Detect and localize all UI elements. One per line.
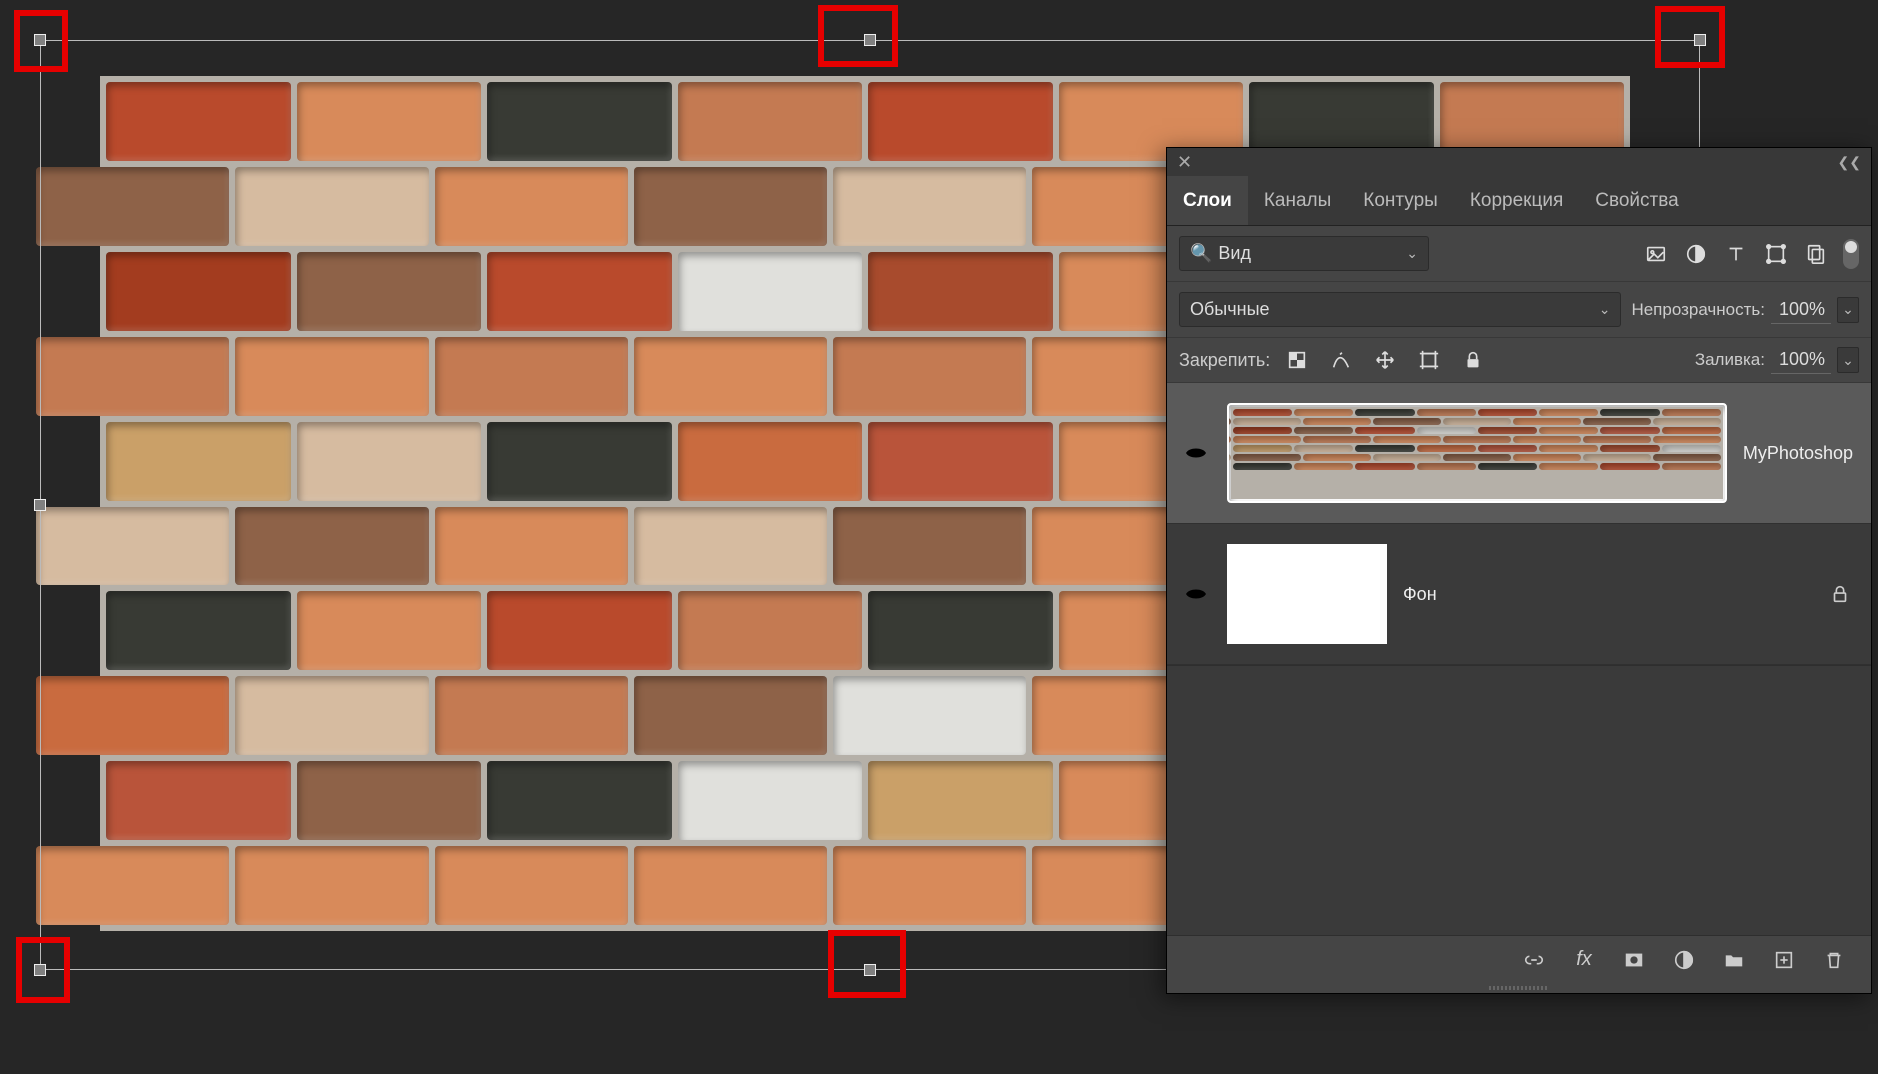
- link-layers-icon[interactable]: [1521, 947, 1547, 973]
- tab-paths[interactable]: Контуры: [1347, 176, 1454, 225]
- filter-adjustment-icon[interactable]: [1683, 241, 1709, 267]
- transform-handle-bl[interactable]: [34, 964, 46, 976]
- filter-shape-icon[interactable]: [1763, 241, 1789, 267]
- fill-field: Заливка: 100% ⌄: [1695, 346, 1859, 374]
- layer-thumbnail[interactable]: [1227, 403, 1727, 503]
- layer-item[interactable]: MyPhotoshop: [1167, 383, 1871, 524]
- layers-empty-area[interactable]: [1167, 665, 1871, 935]
- opacity-dropdown-icon[interactable]: ⌄: [1837, 297, 1859, 323]
- lock-image-icon[interactable]: [1328, 347, 1354, 373]
- panel-tab-strip: Слои Каналы Контуры Коррекция Свойства: [1167, 176, 1871, 226]
- panel-resize-grip[interactable]: [1167, 983, 1871, 993]
- close-icon[interactable]: ✕: [1177, 152, 1192, 173]
- layer-lock-icon[interactable]: [1827, 581, 1853, 607]
- visibility-eye-icon[interactable]: [1181, 441, 1211, 465]
- delete-layer-icon[interactable]: [1821, 947, 1847, 973]
- layers-list: MyPhotoshop Фон: [1167, 383, 1871, 665]
- new-layer-icon[interactable]: [1771, 947, 1797, 973]
- adjustment-layer-icon[interactable]: [1671, 947, 1697, 973]
- chevron-down-icon: ⌄: [1599, 301, 1611, 318]
- tab-properties[interactable]: Свойства: [1579, 176, 1694, 225]
- lock-artboard-icon[interactable]: [1416, 347, 1442, 373]
- fill-value[interactable]: 100%: [1771, 346, 1831, 374]
- chevron-down-icon: ⌄: [1406, 245, 1418, 262]
- transform-handle-tl[interactable]: [34, 34, 46, 46]
- opacity-label: Непрозрачность:: [1631, 300, 1765, 320]
- blend-mode-label: Обычные: [1190, 299, 1270, 320]
- fill-label: Заливка:: [1695, 350, 1765, 370]
- opacity-value[interactable]: 100%: [1771, 296, 1831, 324]
- panel-footer: fx: [1167, 935, 1871, 983]
- layer-name-label[interactable]: MyPhotoshop: [1743, 443, 1853, 464]
- filter-toggle[interactable]: [1843, 239, 1859, 269]
- add-mask-icon[interactable]: [1621, 947, 1647, 973]
- panel-menu-icon[interactable]: [1843, 190, 1871, 211]
- blend-opacity-row: Обычные ⌄ Непрозрачность: 100% ⌄: [1167, 282, 1871, 338]
- collapse-icon[interactable]: ❮❮: [1838, 154, 1861, 171]
- tab-channels[interactable]: Каналы: [1248, 176, 1347, 225]
- fill-dropdown-icon[interactable]: ⌄: [1837, 347, 1859, 373]
- lock-label: Закрепить:: [1179, 350, 1270, 371]
- filter-smartobject-icon[interactable]: [1803, 241, 1829, 267]
- panel-topbar: ✕ ❮❮: [1167, 148, 1871, 176]
- fx-icon[interactable]: fx: [1571, 947, 1597, 973]
- filter-row: 🔍 Вид ⌄: [1167, 226, 1871, 282]
- transform-handle-tm[interactable]: [864, 34, 876, 46]
- filter-kind-label: Вид: [1218, 243, 1251, 263]
- lock-transparent-icon[interactable]: [1284, 347, 1310, 373]
- blend-mode-select[interactable]: Обычные ⌄: [1179, 292, 1621, 327]
- search-icon: 🔍: [1190, 243, 1212, 263]
- layer-thumbnail[interactable]: [1227, 544, 1387, 644]
- transform-handle-bm[interactable]: [864, 964, 876, 976]
- filter-pixel-icon[interactable]: [1643, 241, 1669, 267]
- filter-type-icon[interactable]: [1723, 241, 1749, 267]
- lock-fill-row: Закрепить: Заливка: 100% ⌄: [1167, 338, 1871, 383]
- lock-all-icon[interactable]: [1460, 347, 1486, 373]
- lock-position-icon[interactable]: [1372, 347, 1398, 373]
- tab-adjustments[interactable]: Коррекция: [1454, 176, 1579, 225]
- tab-layers[interactable]: Слои: [1167, 176, 1248, 225]
- transform-handle-tr[interactable]: [1694, 34, 1706, 46]
- layers-panel: ✕ ❮❮ Слои Каналы Контуры Коррекция Свойс…: [1166, 147, 1872, 994]
- annotation-highlight: [1655, 6, 1725, 68]
- annotation-highlight: [818, 5, 898, 67]
- layer-item[interactable]: Фон: [1167, 524, 1871, 665]
- filter-kind-select[interactable]: 🔍 Вид ⌄: [1179, 236, 1429, 271]
- visibility-eye-icon[interactable]: [1181, 582, 1211, 606]
- layer-name-label[interactable]: Фон: [1403, 584, 1437, 605]
- transform-handle-ml[interactable]: [34, 499, 46, 511]
- group-icon[interactable]: [1721, 947, 1747, 973]
- opacity-field: Непрозрачность: 100% ⌄: [1631, 296, 1859, 324]
